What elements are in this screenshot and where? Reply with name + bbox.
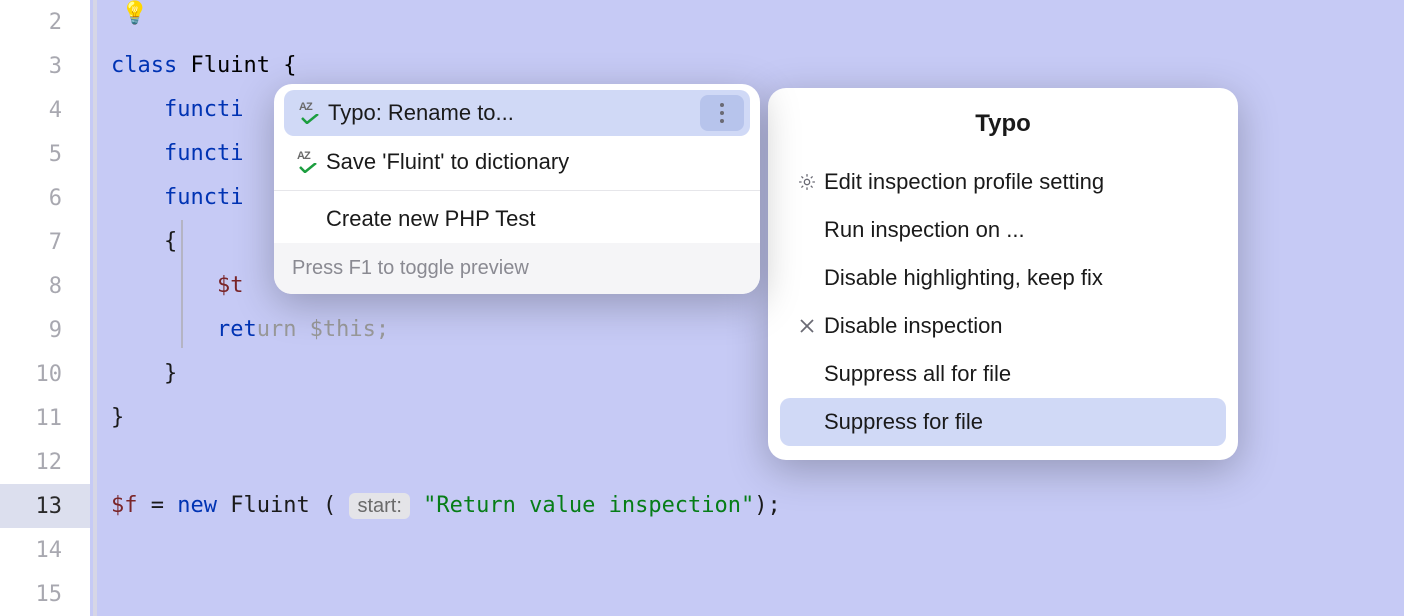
popup-title: Typo — [780, 102, 1226, 158]
code-text: Fluint ( — [217, 493, 349, 518]
line-number: 5 — [0, 132, 90, 176]
class-decl: Fluint { — [177, 53, 296, 78]
option-label: Suppress all for file — [824, 361, 1011, 387]
option-edit-profile[interactable]: Edit inspection profile setting — [780, 158, 1226, 206]
line-number: 3 — [0, 44, 90, 88]
keyword: ret — [111, 317, 257, 342]
option-run-inspection[interactable]: Run inspection on ... — [780, 206, 1226, 254]
option-suppress-all[interactable]: Suppress all for file — [780, 350, 1226, 398]
keyword: functi — [111, 141, 243, 166]
line-number: 14 — [0, 528, 90, 572]
inspection-options-popup: Typo Edit inspection profile setting Run… — [768, 88, 1238, 460]
code-line: $f = new Fluint ( start: "Return value i… — [93, 484, 1404, 528]
gear-icon — [790, 172, 824, 192]
variable: $f — [111, 493, 138, 518]
code-line — [93, 572, 1404, 616]
intention-bulb-icon[interactable]: 💡 — [121, 0, 148, 36]
line-number: 12 — [0, 440, 90, 484]
menu-separator — [274, 190, 760, 191]
code-line — [93, 0, 1404, 44]
option-label: Disable inspection — [824, 313, 1003, 339]
option-disable-highlighting[interactable]: Disable highlighting, keep fix — [780, 254, 1226, 302]
code-text: urn $this; — [257, 317, 389, 342]
option-disable-inspection[interactable]: Disable inspection — [780, 302, 1226, 350]
code-line: class Fluint { — [93, 44, 1404, 88]
keyword: class — [111, 53, 177, 78]
intention-actions-popup: AZ Typo: Rename to... AZ Save 'Fluint' t… — [274, 84, 760, 294]
line-number: 6 — [0, 176, 90, 220]
line-number: 9 — [0, 308, 90, 352]
keyword: functi — [111, 185, 243, 210]
line-number: 2 — [0, 0, 90, 44]
line-number: 15 — [0, 572, 90, 616]
close-icon — [790, 318, 824, 334]
code-text: ); — [754, 493, 781, 518]
line-number: 10 — [0, 352, 90, 396]
option-suppress-file[interactable]: Suppress for file — [780, 398, 1226, 446]
line-number: 4 — [0, 88, 90, 132]
spellcheck-icon: AZ — [290, 103, 328, 123]
code-line — [93, 528, 1404, 572]
code-text: = — [138, 493, 178, 518]
string-literal: "Return value inspection" — [410, 493, 754, 518]
intention-item-create-test[interactable]: Create new PHP Test — [274, 195, 760, 243]
variable: $t — [111, 273, 243, 298]
option-label: Disable highlighting, keep fix — [824, 265, 1103, 291]
line-number: 11 — [0, 396, 90, 440]
intention-item-rename[interactable]: AZ Typo: Rename to... — [284, 90, 750, 136]
parameter-hint: start: — [349, 493, 409, 519]
indent-guide — [181, 220, 183, 348]
more-actions-button[interactable] — [700, 95, 744, 131]
keyword: functi — [111, 97, 243, 122]
intention-item-label: Save 'Fluint' to dictionary — [326, 149, 746, 175]
line-number-current: 13 — [0, 484, 90, 528]
line-number: 8 — [0, 264, 90, 308]
option-label: Edit inspection profile setting — [824, 169, 1104, 195]
intention-item-label: Typo: Rename to... — [328, 100, 700, 126]
option-label: Suppress for file — [824, 409, 983, 435]
intention-item-label: Create new PHP Test — [326, 206, 746, 232]
gutter-divider — [93, 0, 97, 616]
intention-item-save-dictionary[interactable]: AZ Save 'Fluint' to dictionary — [274, 138, 760, 186]
line-number-gutter: 2 3 4 5 6 7 8 9 10 11 12 13 14 15 — [0, 0, 90, 616]
popup-hint: Press F1 to toggle preview — [274, 243, 760, 294]
option-label: Run inspection on ... — [824, 217, 1025, 243]
spellcheck-icon: AZ — [288, 152, 326, 172]
line-number: 7 — [0, 220, 90, 264]
keyword: new — [177, 493, 217, 518]
